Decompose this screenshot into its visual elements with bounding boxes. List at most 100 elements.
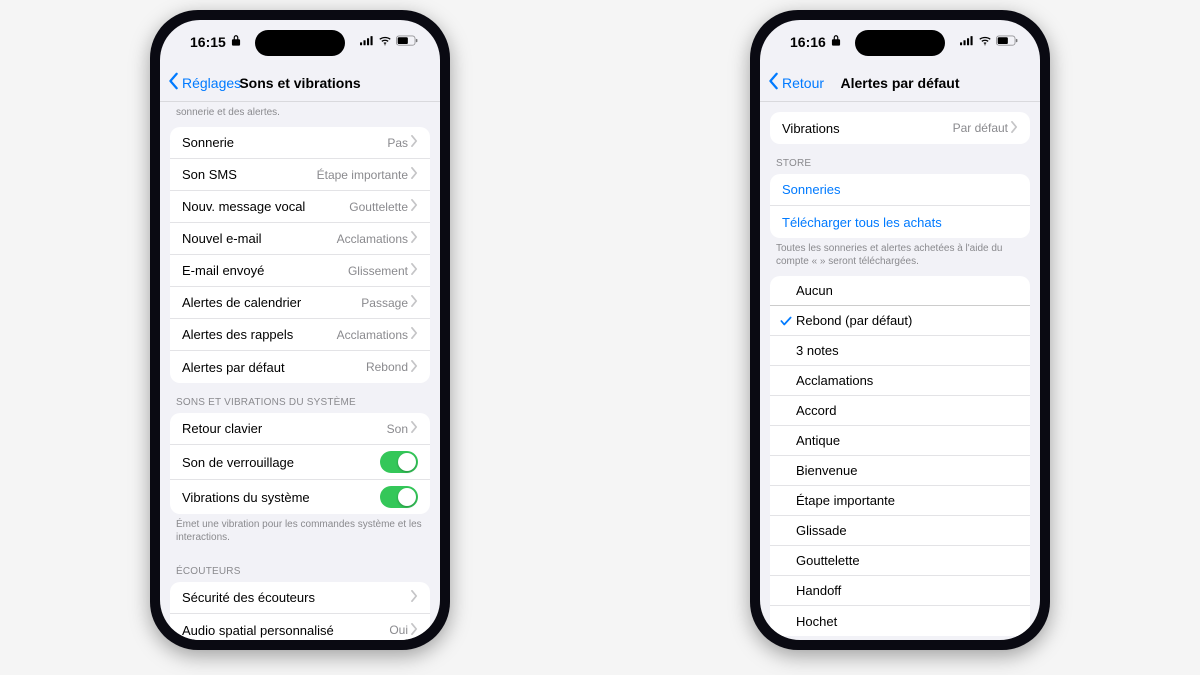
- sound-settings-group: SonneriePasSon SMSÉtape importanteNouv. …: [170, 127, 430, 383]
- row-label: Sonnerie: [182, 135, 387, 150]
- row-sound-setting[interactable]: Son SMSÉtape importante: [170, 159, 430, 191]
- row-sound-option[interactable]: Glissade: [770, 516, 1030, 546]
- row-sound-option[interactable]: Étape importante: [770, 486, 1030, 516]
- row-label: Alertes de calendrier: [182, 295, 361, 310]
- back-button[interactable]: Retour: [768, 72, 824, 93]
- row-value: Acclamations: [337, 232, 408, 246]
- chevron-left-icon: [768, 72, 780, 93]
- row-label: Son SMS: [182, 167, 317, 182]
- row-label: E-mail envoyé: [182, 263, 348, 278]
- chevron-right-icon: [411, 327, 418, 342]
- battery-icon: [396, 34, 418, 50]
- chevron-right-icon: [411, 167, 418, 182]
- row-label: Rebond (par défaut): [796, 313, 1018, 328]
- row-store-ringtones[interactable]: Sonneries: [770, 174, 1030, 206]
- vibration-group: Vibrations Par défaut: [770, 112, 1030, 144]
- row-keyboard-feedback[interactable]: Retour clavier Son: [170, 413, 430, 445]
- section-header-store: Store: [760, 144, 1040, 174]
- chevron-right-icon: [411, 623, 418, 638]
- chevron-right-icon: [411, 199, 418, 214]
- section-footer: Émet une vibration pour les commandes sy…: [160, 514, 440, 552]
- row-sound-setting[interactable]: SonneriePas: [170, 127, 430, 159]
- store-group: Sonneries Télécharger tous les achats: [770, 174, 1030, 238]
- row-label: Acclamations: [796, 373, 1018, 388]
- chevron-right-icon: [411, 135, 418, 150]
- chevron-right-icon: [411, 590, 418, 605]
- row-label: Bienvenue: [796, 463, 1018, 478]
- row-sound-setting[interactable]: Nouvel e-mailAcclamations: [170, 223, 430, 255]
- system-group: Retour clavier Son Son de verrouillage V…: [170, 413, 430, 514]
- row-label: Audio spatial personnalisé: [182, 623, 389, 638]
- content-left[interactable]: sonnerie et des alertes. SonneriePasSon …: [160, 102, 440, 640]
- nav-bar: Réglages Sons et vibrations: [160, 64, 440, 102]
- row-value: Par défaut: [953, 121, 1008, 135]
- row-value: Acclamations: [337, 328, 408, 342]
- row-label: Aucun: [796, 283, 1018, 298]
- dynamic-island: [255, 30, 345, 56]
- row-value: Glissement: [348, 264, 408, 278]
- row-label: Handoff: [796, 583, 1018, 598]
- row-sound-option[interactable]: 3 notes: [770, 336, 1030, 366]
- row-sound-option[interactable]: Accord: [770, 396, 1030, 426]
- row-link-label: Télécharger tous les achats: [782, 215, 1018, 230]
- row-sound-option[interactable]: Hochet: [770, 606, 1030, 636]
- row-headphone-safety[interactable]: Sécurité des écouteurs: [170, 582, 430, 614]
- status-time: 16:15: [190, 34, 226, 50]
- row-lock-sound[interactable]: Son de verrouillage: [170, 445, 430, 480]
- back-label: Retour: [782, 75, 824, 91]
- row-sound-option[interactable]: Bienvenue: [770, 456, 1030, 486]
- phone-right: 16:16 Retour Alertes par défaut: [750, 10, 1050, 650]
- signal-icon: [960, 34, 974, 51]
- row-sound-setting[interactable]: Alertes de calendrierPassage: [170, 287, 430, 319]
- row-sound-option[interactable]: Antique: [770, 426, 1030, 456]
- row-sound-option[interactable]: Gouttelette: [770, 546, 1030, 576]
- row-label: Alertes par défaut: [182, 360, 366, 375]
- row-sound-setting[interactable]: Alertes par défautRebond: [170, 351, 430, 383]
- row-label: Alertes des rappels: [182, 327, 337, 342]
- phone-left: 16:15 Réglages Sons et vibrations sonner…: [150, 10, 450, 650]
- sound-picker-group: Aucun Rebond (par défaut) 3 notes Acclamati…: [770, 276, 1030, 636]
- back-button[interactable]: Réglages: [168, 72, 241, 93]
- screen-left: 16:15 Réglages Sons et vibrations sonner…: [160, 20, 440, 640]
- row-label: Sécurité des écouteurs: [182, 590, 411, 605]
- nav-bar: Retour Alertes par défaut: [760, 64, 1040, 102]
- row-value: Pas: [387, 136, 408, 150]
- row-label: Vibrations du système: [182, 490, 380, 505]
- row-sound-setting[interactable]: E-mail envoyéGlissement: [170, 255, 430, 287]
- row-label: Son de verrouillage: [182, 455, 380, 470]
- row-value: Passage: [361, 296, 408, 310]
- row-spatial-audio[interactable]: Audio spatial personnalisé Oui: [170, 614, 430, 640]
- content-right[interactable]: Vibrations Par défaut Store Sonneries Té…: [760, 102, 1040, 640]
- chevron-right-icon: [411, 295, 418, 310]
- section-header-system: Sons et vibrations du système: [160, 383, 440, 413]
- row-sound-option[interactable]: Handoff: [770, 576, 1030, 606]
- toggle-system-vibration[interactable]: [380, 486, 418, 508]
- section-footer: sonnerie et des alertes.: [160, 102, 440, 127]
- row-value: Oui: [389, 623, 408, 637]
- wifi-icon: [378, 34, 392, 51]
- chevron-left-icon: [168, 72, 180, 93]
- row-label: 3 notes: [796, 343, 1018, 358]
- row-label: Accord: [796, 403, 1018, 418]
- chevron-right-icon: [411, 421, 418, 436]
- section-header-earphones: Écouteurs: [160, 552, 440, 582]
- row-sound-option[interactable]: Rebond (par défaut): [770, 306, 1030, 336]
- back-label: Réglages: [182, 75, 241, 91]
- row-label: Étape importante: [796, 493, 1018, 508]
- chevron-right-icon: [411, 231, 418, 246]
- page-title: Sons et vibrations: [239, 75, 360, 91]
- row-sound-option[interactable]: Aucun: [770, 276, 1030, 306]
- checkmark-icon: [776, 314, 796, 328]
- row-sound-setting[interactable]: Alertes des rappelsAcclamations: [170, 319, 430, 351]
- row-sound-option[interactable]: Acclamations: [770, 366, 1030, 396]
- row-sound-setting[interactable]: Nouv. message vocalGouttelette: [170, 191, 430, 223]
- wifi-icon: [978, 34, 992, 51]
- row-system-vibration[interactable]: Vibrations du système: [170, 480, 430, 514]
- status-time: 16:16: [790, 34, 826, 50]
- row-value: Étape importante: [317, 168, 408, 182]
- row-label: Retour clavier: [182, 421, 387, 436]
- row-vibration[interactable]: Vibrations Par défaut: [770, 112, 1030, 144]
- toggle-lock-sound[interactable]: [380, 451, 418, 473]
- row-store-download[interactable]: Télécharger tous les achats: [770, 206, 1030, 238]
- chevron-right-icon: [411, 263, 418, 278]
